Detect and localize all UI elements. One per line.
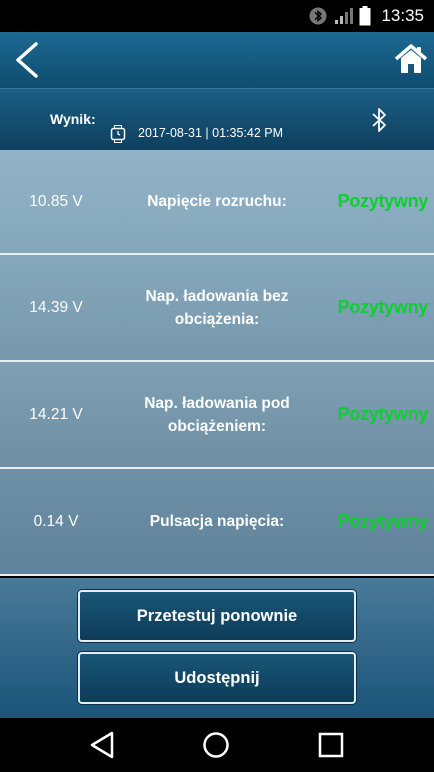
recents-square-icon[interactable] — [318, 732, 344, 758]
app-bar — [0, 32, 434, 88]
measurement-label: Nap. ładowania pod obciążeniem: — [144, 394, 290, 435]
result-label: Wynik: — [50, 111, 96, 127]
list-item: 0.14 V Pulsacja napięcia: Pozytywny — [0, 469, 434, 576]
retest-button[interactable]: Przetestuj ponownie — [78, 590, 356, 642]
result-header: Wynik: 2017-08-31 | 01:35:42 PM — [0, 88, 434, 150]
share-button[interactable]: Udostępnij — [78, 652, 356, 704]
watch-icon — [110, 125, 126, 143]
status-badge: Pozytywny — [337, 511, 429, 531]
status-time: 13:35 — [381, 6, 424, 25]
status-badge: Pozytywny — [337, 191, 429, 211]
list-item: 14.21 V Nap. ładowania pod obciążeniem: … — [0, 362, 434, 469]
measurement-label: Nap. ładowania bez obciążenia: — [145, 287, 289, 328]
list-item: 10.85 V Napięcie rozruchu: Pozytywny — [0, 150, 434, 255]
bluetooth-icon — [372, 108, 386, 132]
chevron-left-icon[interactable] — [10, 40, 46, 80]
status-badge: Pozytywny — [337, 297, 429, 317]
status-badge: Pozytywny — [337, 404, 429, 424]
back-triangle-icon[interactable] — [88, 730, 116, 760]
signal-icon — [335, 8, 354, 24]
measurement-value: 14.21 V — [29, 405, 83, 423]
status-bar: 13:35 — [0, 0, 434, 32]
home-circle-icon[interactable] — [202, 731, 230, 759]
list-item: 14.39 V Nap. ładowania bez obciążenia: P… — [0, 255, 434, 362]
measurement-label: Pulsacja napięcia: — [149, 513, 285, 530]
battery-icon — [359, 6, 371, 26]
bluetooth-icon — [309, 7, 327, 25]
measurement-value: 14.39 V — [29, 298, 83, 316]
actions-area: Przetestuj ponownie Udostępnij — [0, 578, 434, 718]
status-icons: 13:35 — [309, 0, 424, 32]
measurement-value: 0.14 V — [33, 512, 79, 530]
system-nav-bar — [0, 718, 434, 772]
home-icon[interactable] — [394, 42, 428, 76]
results-list: 10.85 V Napięcie rozruchu: Pozytywny 14.… — [0, 150, 434, 576]
measurement-value: 10.85 V — [29, 192, 83, 210]
measurement-label: Napięcie rozruchu: — [147, 193, 287, 210]
result-date: 2017-08-31 | 01:35:42 PM — [138, 126, 284, 140]
